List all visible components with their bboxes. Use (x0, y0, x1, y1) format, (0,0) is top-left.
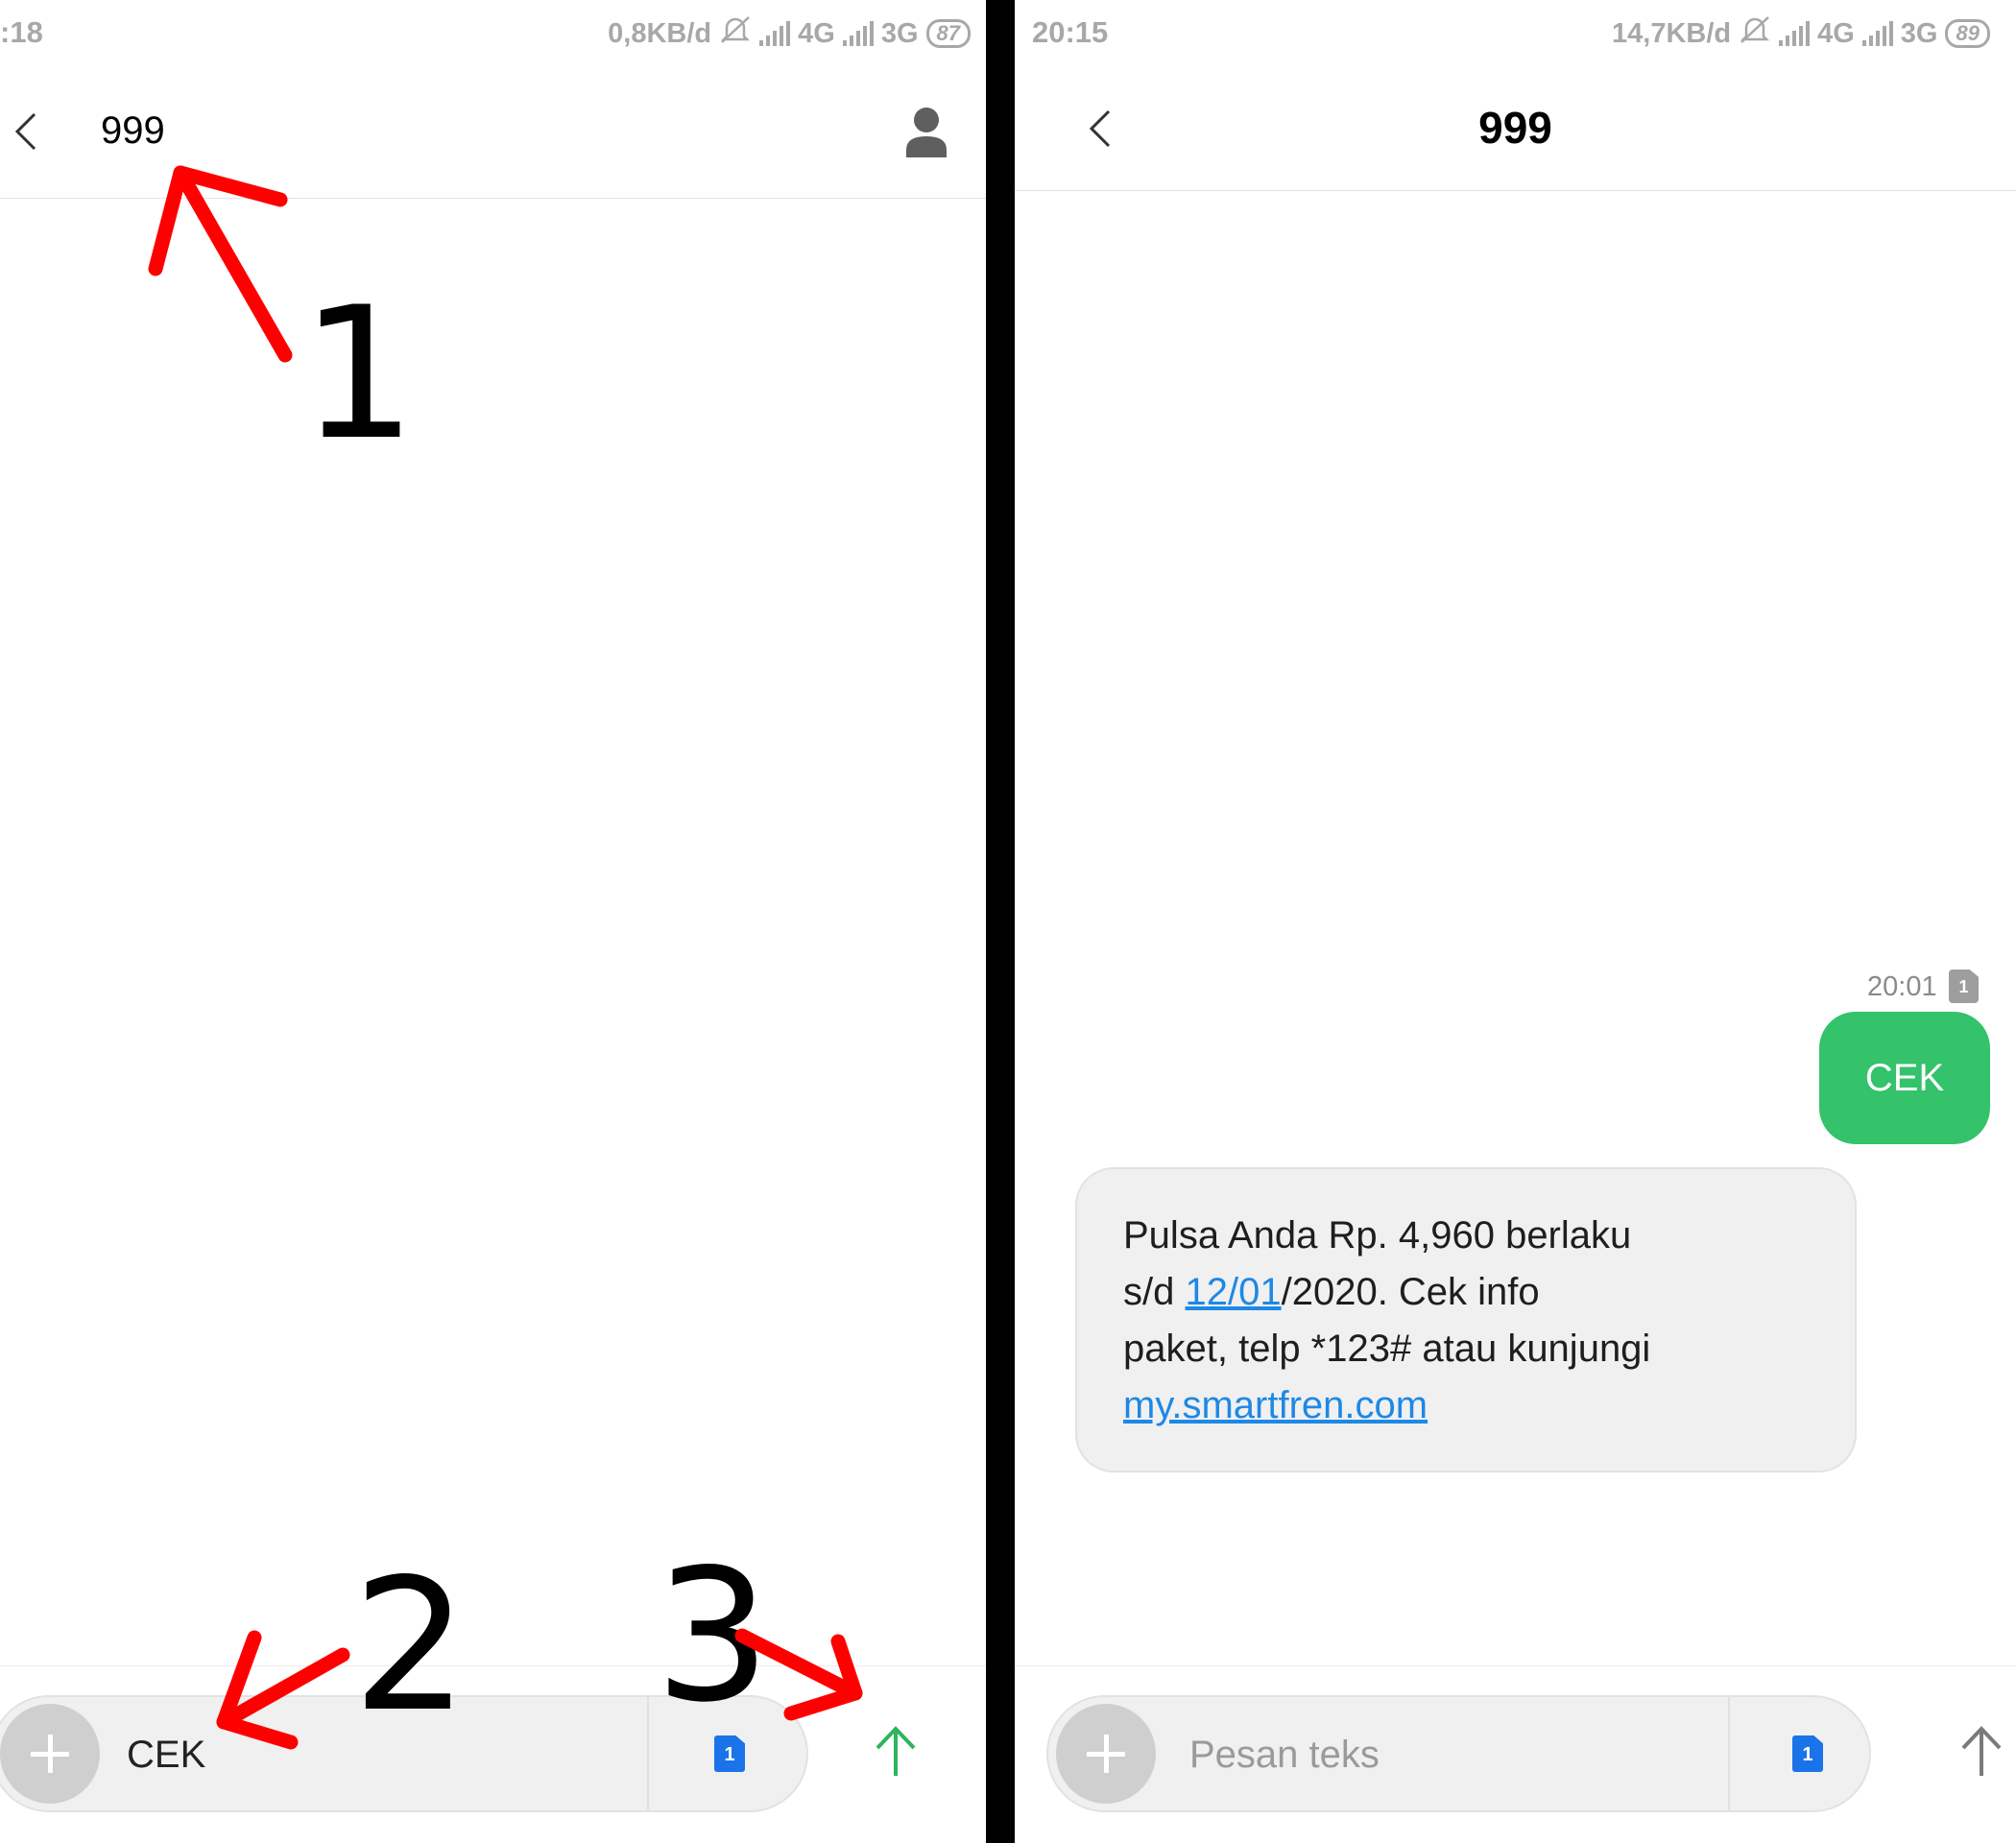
message-composer: Pesan teks 1 (1015, 1665, 2016, 1843)
conversation-header: 999 (1015, 69, 2016, 191)
status-time: :18 (0, 15, 43, 49)
network-type-1: 4G (1817, 17, 1855, 49)
status-indicators: 0,8KB/d 4G 3G 87 (608, 15, 971, 52)
status-indicators: 14,7KB/d 4G 3G 89 (1612, 15, 1990, 52)
left-phone-screen: :18 0,8KB/d 4G 3G 87 999 CEK 1 (0, 0, 986, 1843)
sim-indicator-icon: 1 (1949, 969, 1979, 1003)
divider (647, 1697, 649, 1810)
divider (1728, 1697, 1730, 1810)
back-arrow-icon[interactable] (8, 112, 46, 151)
annotation-step-1: 1 (300, 268, 417, 480)
status-bar: :18 0,8KB/d 4G 3G 87 (0, 0, 986, 69)
sent-message-bubble[interactable]: CEK (1819, 1012, 1990, 1144)
signal-icon (759, 21, 791, 46)
bell-off-icon (1739, 15, 1771, 52)
add-attachment-icon[interactable] (0, 1704, 100, 1804)
message-line: paket, telp *123# atau kunjungi (1123, 1328, 1651, 1370)
contact-title: 999 (101, 109, 165, 152)
screen-divider (986, 0, 1015, 1843)
received-message-bubble[interactable]: Pulsa Anda Rp. 4,960 berlaku s/d 12/01/2… (1075, 1167, 1857, 1472)
right-phone-screen: 20:15 14,7KB/d 4G 3G 89 999 20:01 1 CEK … (1015, 0, 2016, 1843)
sent-message-time: 20:01 (1867, 971, 1937, 1002)
bell-off-icon (719, 15, 752, 52)
annotation-step-3: 3 (655, 1530, 771, 1742)
date-link[interactable]: 12/01 (1185, 1271, 1281, 1313)
network-speed: 14,7KB/d (1612, 17, 1732, 49)
status-time: 20:15 (1032, 15, 1109, 49)
message-text: /2020. Cek info (1281, 1271, 1540, 1313)
conversation-header: 999 (0, 69, 986, 199)
send-arrow-icon[interactable] (872, 1724, 920, 1778)
sim-selector-icon[interactable]: 1 (1792, 1735, 1823, 1772)
status-bar: 20:15 14,7KB/d 4G 3G 89 (1015, 0, 2016, 69)
contact-person-icon[interactable] (904, 106, 948, 157)
message-text: s/d (1123, 1271, 1186, 1313)
message-line: Pulsa Anda Rp. 4,960 berlaku (1123, 1214, 1632, 1257)
contact-title: 999 (1478, 103, 1552, 153)
message-composer: CEK 1 (0, 1665, 986, 1843)
network-type-2: 3G (1900, 17, 1938, 49)
signal-icon (842, 21, 874, 46)
message-input-placeholder[interactable]: Pesan teks (1189, 1734, 1380, 1777)
add-attachment-icon[interactable] (1056, 1704, 1156, 1804)
battery-icon: 87 (925, 19, 971, 48)
website-link[interactable]: my.smartfren.com (1123, 1384, 1428, 1426)
message-input[interactable]: CEK (127, 1734, 205, 1777)
annotation-step-2: 2 (352, 1540, 468, 1752)
message-line: my.smartfren.com (1123, 1377, 1809, 1434)
signal-icon (1861, 21, 1893, 46)
message-input-pill: Pesan teks 1 (1046, 1695, 1871, 1812)
network-speed: 0,8KB/d (608, 17, 712, 49)
network-type-2: 3G (880, 17, 919, 49)
message-line: s/d 12/01/2020. Cek info (1123, 1264, 1809, 1321)
send-arrow-icon[interactable] (1957, 1724, 2005, 1778)
signal-icon (1779, 21, 1811, 46)
battery-icon: 89 (1945, 19, 1990, 48)
network-type-1: 4G (798, 17, 835, 49)
